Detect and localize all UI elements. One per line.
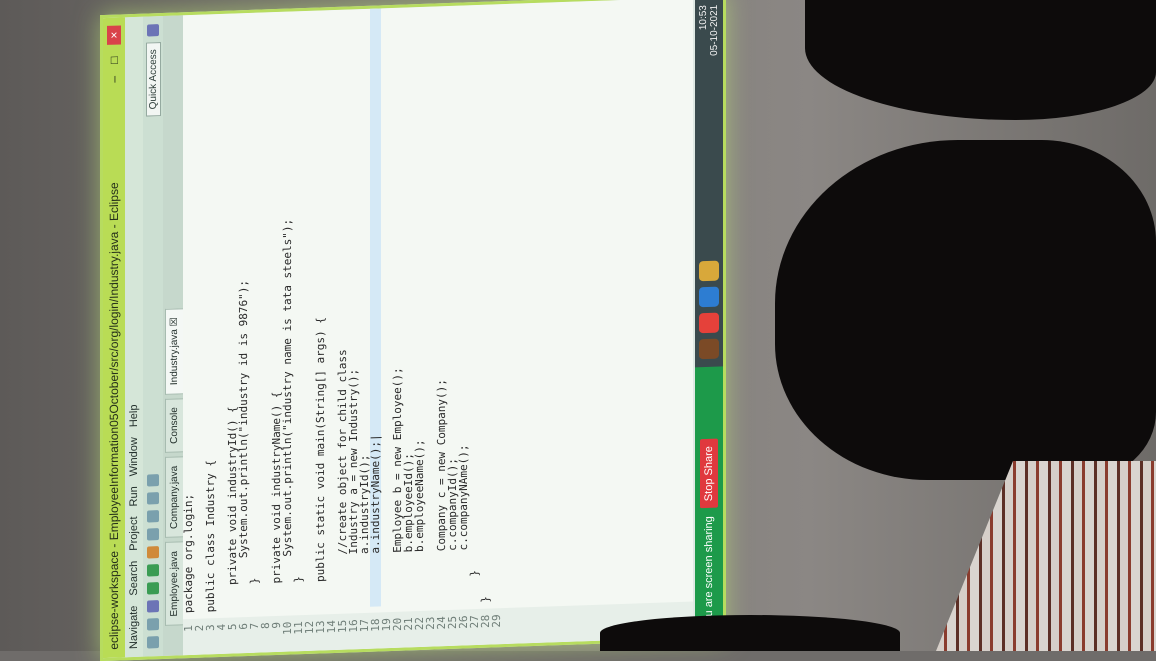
window-title: eclipse-workspace - EmployeeInformation0… <box>107 182 121 650</box>
search-icon[interactable] <box>147 510 159 523</box>
menu-search[interactable]: Search <box>128 560 140 595</box>
code-line[interactable]: System.out.println("industry id is 9876"… <box>237 13 250 611</box>
code-line[interactable]: } <box>468 5 481 603</box>
code-line[interactable]: b.employeeName(); <box>413 7 426 605</box>
maximize-button[interactable]: □ <box>107 56 121 64</box>
code-line[interactable]: } <box>248 13 261 611</box>
clock-time: 10:53 <box>698 4 709 31</box>
code-line[interactable] <box>491 4 502 602</box>
line-number: 29 <box>490 614 503 628</box>
code-text[interactable]: package org.login; public class Industry … <box>182 0 693 614</box>
quick-access-field[interactable]: Quick Access <box>145 42 161 117</box>
perspective-icon[interactable] <box>147 24 159 37</box>
run-icon[interactable] <box>147 564 159 577</box>
code-editor[interactable]: 1 2 3 4 5 6 7 8 9 10 11 12 13 14 15 16 17 18 19 20 21 22 23 24 2… <box>182 0 693 656</box>
title-bar: eclipse-workspace - EmployeeInformation0… <box>103 17 125 659</box>
chrome-taskbar-icon[interactable] <box>699 312 719 334</box>
new-class-icon[interactable] <box>147 528 159 541</box>
print-icon[interactable] <box>147 600 159 613</box>
toolbar: Quick Access <box>143 15 163 657</box>
menu-help[interactable]: Help <box>128 404 140 427</box>
code-line[interactable]: a.industryName();| <box>369 8 382 607</box>
minimize-button[interactable]: – <box>107 76 121 83</box>
forward-icon[interactable] <box>147 474 159 487</box>
debug-icon[interactable] <box>147 582 159 595</box>
tab-industry[interactable]: Industry.java ☒ <box>165 308 185 395</box>
clock-date: 05-10-2021 <box>709 4 720 57</box>
viewer-silhouette-bottom <box>600 615 900 651</box>
projected-screen-area: eclipse-workspace - EmployeeInformation0… <box>100 0 740 661</box>
menu-bar: Navigate Search Project Run Window Help <box>125 16 143 658</box>
save-icon[interactable] <box>147 618 159 631</box>
new-icon[interactable] <box>147 636 159 649</box>
share-message: You are screen sharing <box>703 515 715 630</box>
stop-share-button[interactable]: Stop Share <box>700 438 718 509</box>
code-line[interactable]: public static void main(String[] args) { <box>314 10 327 608</box>
code-line[interactable]: System.out.println("industry name is tat… <box>281 11 294 609</box>
back-icon[interactable] <box>147 492 159 505</box>
close-button[interactable]: × <box>107 25 121 45</box>
tab-console[interactable]: Console <box>165 397 185 454</box>
code-line[interactable]: public class Industry { <box>204 14 217 613</box>
menu-navigate[interactable]: Navigate <box>128 605 140 649</box>
code-line[interactable]: package org.login; <box>182 15 195 614</box>
taskbar-clock: 10:53 05-10-2021 <box>698 5 720 57</box>
external-tools-icon[interactable] <box>147 546 159 559</box>
code-line[interactable]: } <box>292 11 305 609</box>
windows-taskbar: 10:53 05-10-2021 <box>695 0 723 368</box>
viewer-silhouette-back <box>775 140 1156 480</box>
menu-project[interactable]: Project <box>128 516 140 551</box>
code-line[interactable]: } <box>479 5 492 603</box>
code-line[interactable]: c.companyNAme(); <box>457 5 470 603</box>
screen-share-bar: You are screen sharing Stop Share <box>695 360 723 638</box>
eclipse-window: eclipse-workspace - EmployeeInformation0… <box>100 0 726 661</box>
menu-run[interactable]: Run <box>128 486 140 507</box>
menu-window[interactable]: Window <box>128 437 140 477</box>
paint-taskbar-icon[interactable] <box>699 260 719 282</box>
eclipse-taskbar-icon[interactable] <box>699 338 719 360</box>
zoom-taskbar-icon[interactable] <box>699 286 719 308</box>
